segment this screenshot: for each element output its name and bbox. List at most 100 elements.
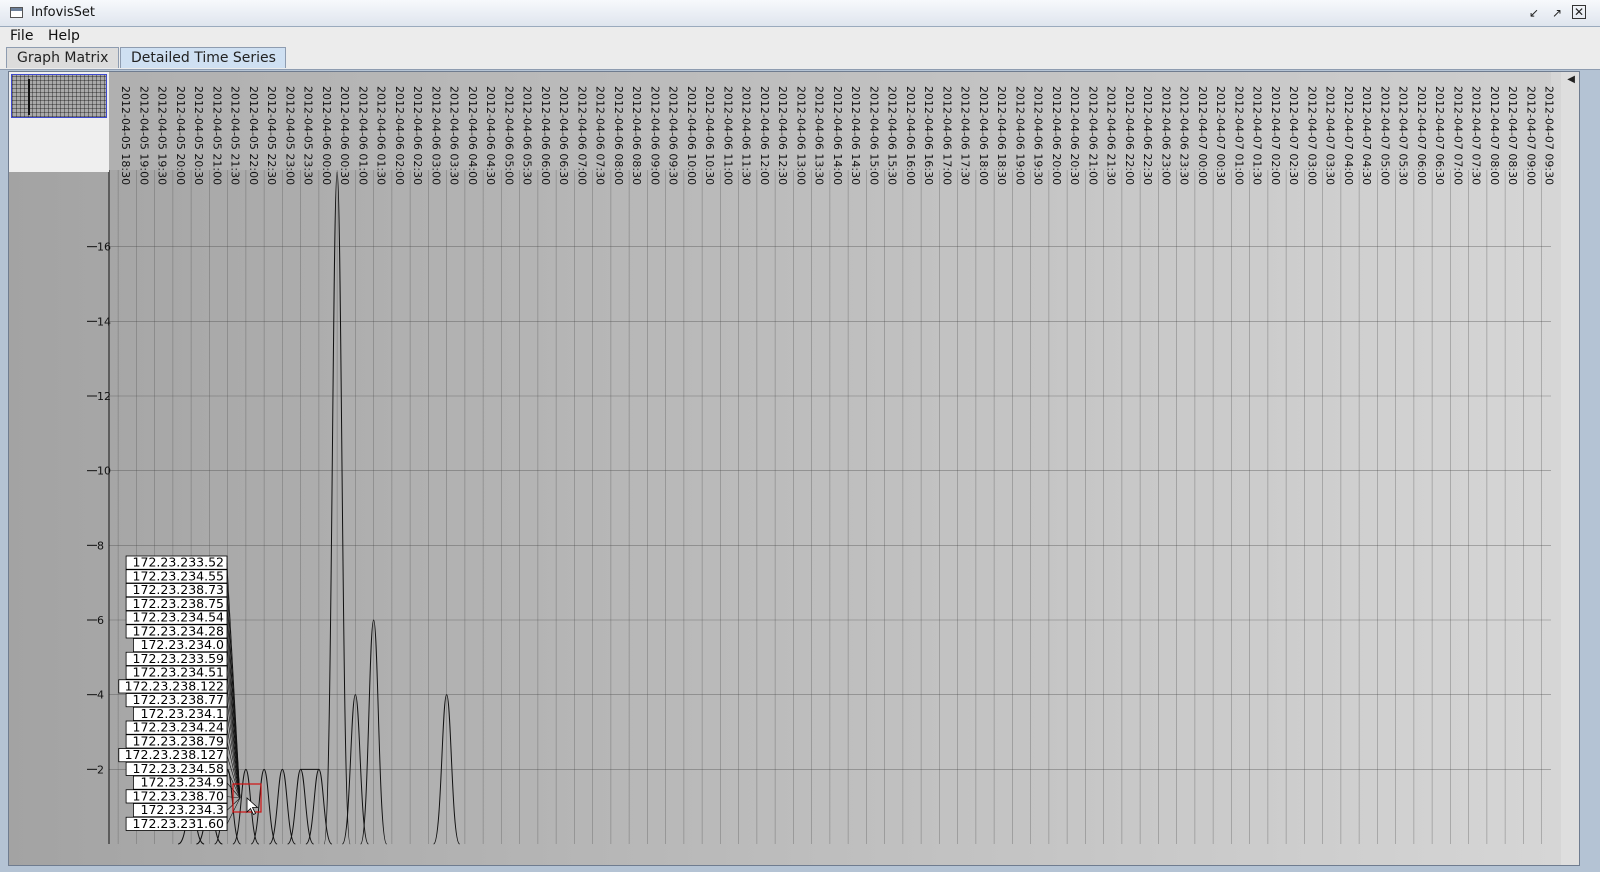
x-tick-label: 2012-04-07 01:00	[1232, 86, 1245, 185]
menu-file[interactable]: File	[10, 28, 33, 44]
x-axis: 2012-04-05 18:30 2012-04-05 19:00 2012-04-…	[109, 72, 1556, 185]
x-tick-label: 2012-04-06 23:30	[1178, 86, 1191, 185]
series-label-stack: 172.23.233.52172.23.234.55172.23.238.731…	[118, 555, 241, 831]
tab-detailed-time-series[interactable]: Detailed Time Series	[120, 47, 286, 68]
x-tick-label: 2012-04-06 13:30	[813, 86, 826, 185]
x-tick-label: 2012-04-06 22:00	[1123, 86, 1136, 185]
x-tick-label: 2012-04-05 22:00	[247, 86, 260, 185]
series-label-text: 172.23.233.59	[133, 651, 224, 666]
overview-panel[interactable]	[9, 72, 109, 172]
series-label-text: 172.23.234.0	[141, 637, 225, 652]
x-tick-label: 2012-04-05 23:30	[302, 86, 315, 185]
x-tick-label: 2012-04-07 08:00	[1488, 86, 1501, 185]
series-label-text: 172.23.234.9	[141, 775, 225, 790]
scrollbar[interactable]: ◀	[1561, 72, 1579, 865]
x-tick-label: 2012-04-06 02:30	[411, 86, 424, 185]
x-tick-label: 2012-04-06 00:30	[338, 86, 351, 185]
x-tick-label: 2012-04-05 19:00	[137, 86, 150, 185]
x-tick-label: 2012-04-06 16:00	[904, 86, 917, 185]
x-tick-label: 2012-04-06 04:00	[466, 86, 479, 185]
x-tick-label: 2012-04-06 18:30	[995, 86, 1008, 185]
x-tick-label: 2012-04-05 21:30	[229, 86, 242, 185]
x-tick-label: 2012-04-06 13:00	[794, 86, 807, 185]
series-label-text: 172.23.234.55	[133, 568, 224, 583]
series-label-text: 172.23.238.122	[125, 678, 224, 693]
x-tick-label: 2012-04-06 20:30	[1068, 86, 1081, 185]
maximize-icon[interactable]: ↗	[1549, 5, 1565, 21]
x-tick-label: 2012-04-06 12:00	[758, 86, 771, 185]
y-tick-label: 8	[97, 539, 104, 552]
x-tick-label: 2012-04-06 18:00	[977, 86, 990, 185]
x-tick-label: 2012-04-06 17:00	[940, 86, 953, 185]
x-tick-label: 2012-04-06 08:30	[630, 86, 643, 185]
x-tick-label: 2012-04-06 15:30	[886, 86, 899, 185]
x-tick-label: 2012-04-05 20:30	[192, 86, 205, 185]
x-tick-label: 2012-04-07 02:30	[1287, 86, 1300, 185]
x-tick-label: 2012-04-06 19:00	[1013, 86, 1026, 185]
y-tick-label: 2	[97, 763, 104, 776]
x-tick-label: 2012-04-06 16:30	[922, 86, 935, 185]
x-tick-label: 2012-04-06 22:30	[1141, 86, 1154, 185]
x-tick-label: 2012-04-06 03:00	[429, 86, 442, 185]
time-series-chart[interactable]: 246810121416 2012-04-05 18:30 2012-04-05 …	[9, 72, 1561, 865]
x-tick-label: 2012-04-07 09:00	[1524, 86, 1537, 185]
series-label-text: 172.23.238.73	[133, 582, 224, 597]
x-tick-label: 2012-04-06 02:00	[393, 86, 406, 185]
x-tick-label: 2012-04-06 10:30	[703, 86, 716, 185]
x-tick-label: 2012-04-06 09:30	[667, 86, 680, 185]
x-tick-label: 2012-04-06 07:00	[575, 86, 588, 185]
x-tick-label: 2012-04-06 20:00	[1050, 86, 1063, 185]
x-tick-label: 2012-04-05 18:30	[119, 86, 132, 185]
x-tick-label: 2012-04-06 08:00	[612, 86, 625, 185]
x-tick-label: 2012-04-07 06:00	[1415, 86, 1428, 185]
series-label-text: 172.23.234.28	[133, 623, 224, 638]
series-label-text: 172.23.234.51	[133, 665, 224, 680]
close-icon[interactable]: ✕	[1572, 5, 1586, 19]
series-label-text: 172.23.234.24	[133, 720, 224, 735]
series-label-text: 172.23.234.3	[141, 802, 225, 817]
series-label: 172.23.238.70	[125, 788, 241, 804]
x-tick-label: 2012-04-06 21:30	[1105, 86, 1118, 185]
series-label-text: 172.23.231.60	[133, 816, 224, 831]
x-tick-label: 2012-04-06 15:00	[867, 86, 880, 185]
y-tick-label: 4	[97, 689, 104, 702]
x-tick-label: 2012-04-06 01:00	[356, 86, 369, 185]
x-tick-label: 2012-04-07 07:30	[1470, 86, 1483, 185]
x-tick-label: 2012-04-07 06:30	[1433, 86, 1446, 185]
title-bar: InfovisSet ↙ ↗ ✕	[0, 0, 1600, 27]
x-tick-label: 2012-04-07 05:00	[1378, 86, 1391, 185]
x-tick-label: 2012-04-06 12:30	[776, 86, 789, 185]
x-tick-label: 2012-04-06 00:00	[320, 86, 333, 185]
x-tick-label: 2012-04-06 21:00	[1086, 86, 1099, 185]
x-tick-label: 2012-04-06 14:30	[849, 86, 862, 185]
x-tick-label: 2012-04-06 03:30	[448, 86, 461, 185]
x-tick-label: 2012-04-06 17:30	[959, 86, 972, 185]
x-tick-label: 2012-04-07 08:30	[1506, 86, 1519, 185]
x-tick-label: 2012-04-06 23:00	[1159, 86, 1172, 185]
scroll-left-icon[interactable]: ◀	[1567, 74, 1575, 85]
series-label-text: 172.23.233.52	[133, 555, 224, 570]
series-label-text: 172.23.234.1	[141, 706, 225, 721]
minimize-icon[interactable]: ↙	[1526, 5, 1542, 21]
series-label-text: 172.23.234.58	[133, 761, 224, 776]
overview-thumbnail[interactable]	[11, 74, 107, 118]
x-tick-label: 2012-04-06 09:00	[648, 86, 661, 185]
menu-bar: File Help	[0, 27, 1600, 47]
menu-help[interactable]: Help	[48, 28, 80, 44]
x-tick-label: 2012-04-06 01:30	[375, 86, 388, 185]
x-tick-label: 2012-04-06 19:30	[1032, 86, 1045, 185]
x-tick-label: 2012-04-07 03:00	[1305, 86, 1318, 185]
x-tick-label: 2012-04-05 21:00	[210, 86, 223, 185]
series-label-text: 172.23.234.54	[133, 610, 224, 625]
series-label-text: 172.23.238.70	[133, 788, 224, 803]
y-tick-label: 6	[97, 614, 104, 627]
tab-graph-matrix[interactable]: Graph Matrix	[6, 47, 119, 68]
window-title: InfovisSet	[31, 5, 96, 20]
x-tick-label: 2012-04-06 06:30	[557, 86, 570, 185]
x-tick-label: 2012-04-06 07:30	[594, 86, 607, 185]
x-tick-label: 2012-04-06 14:00	[831, 86, 844, 185]
series-label-text: 172.23.238.75	[133, 596, 224, 611]
x-tick-label: 2012-04-06 05:00	[502, 86, 515, 185]
window-icon	[10, 7, 23, 18]
overview-spike	[28, 79, 30, 115]
